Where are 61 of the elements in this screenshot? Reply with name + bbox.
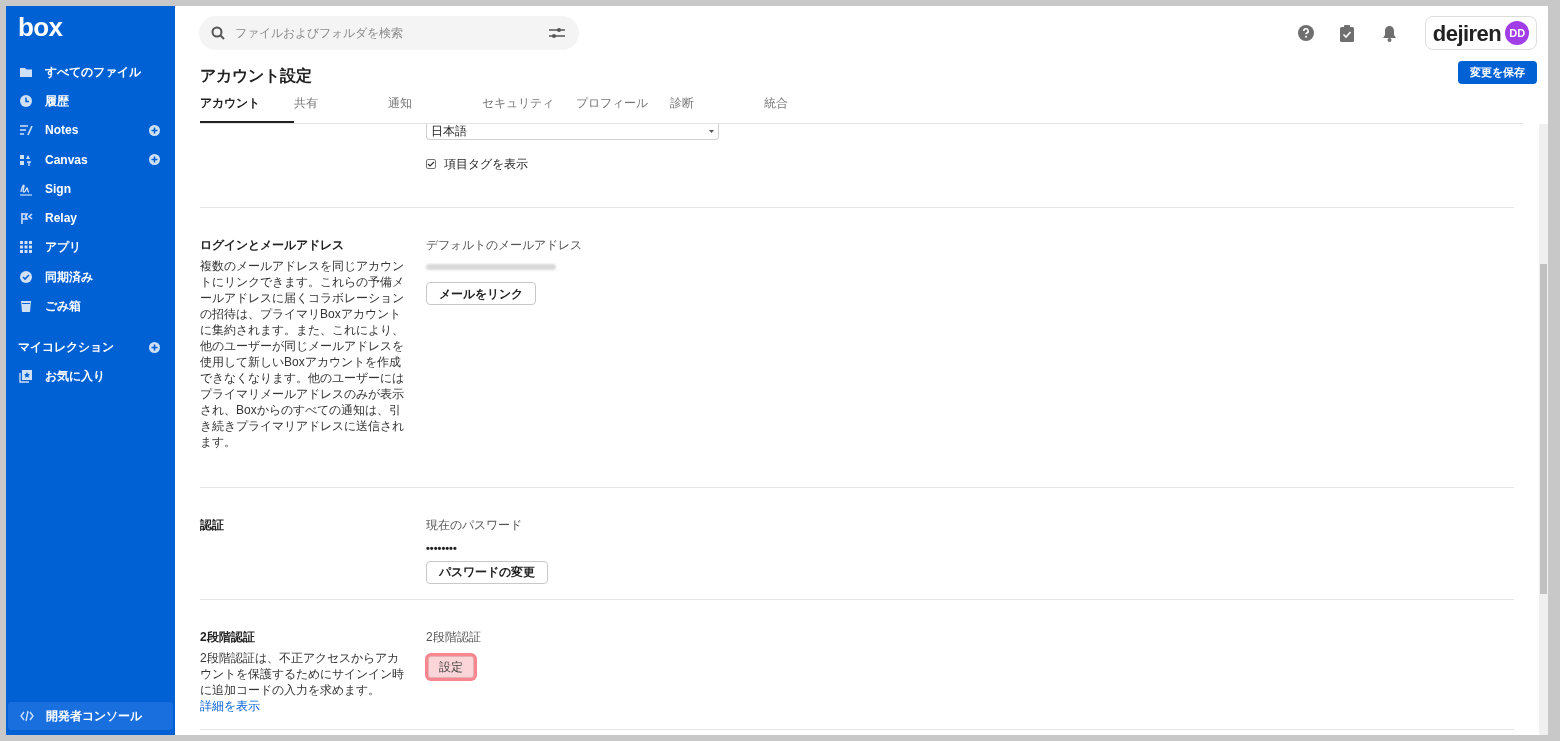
flag-icon <box>19 211 33 226</box>
add-icon[interactable] <box>149 124 160 136</box>
sidebar-item[interactable]: Relay <box>45 209 160 228</box>
section-description: 複数のメールアドレスを同じアカウントにリンクできます。これらの予備メールアドレスに届くコラボレーションの招待は、プライマリBoxアカウントに集約されます。また、これにより、他のユーザーが同じメールアドレスを使用して新しいBoxアカウントを作成できなくなります。他のユーザーにはプライマリメールアドレスのみが表示され、Boxからのすべての通知は、引き続きプライマリアドレスに送信されます。 <box>200 258 405 450</box>
tab[interactable]: アカウント <box>200 90 294 123</box>
action-button[interactable]: パスワードの変更 <box>426 560 548 584</box>
action-button[interactable]: メールをリンク <box>426 282 536 305</box>
grid-icon <box>19 240 33 255</box>
add-icon[interactable] <box>149 154 160 166</box>
tab[interactable]: プロフィール <box>576 90 670 123</box>
bell-icon[interactable] <box>1382 24 1397 42</box>
tab[interactable]: セキュリティ <box>482 90 576 123</box>
tab[interactable]: 共有 <box>294 90 388 123</box>
add-icon[interactable] <box>149 341 160 353</box>
sidebar-item[interactable]: すべてのファイル <box>45 62 160 81</box>
field-label: デフォルトのメールアドレス <box>426 237 582 254</box>
field-label: 2段階認証 <box>426 629 481 646</box>
sidebar-item[interactable]: ごみ箱 <box>45 297 160 315</box>
shapes-icon <box>19 152 33 167</box>
avatar: DD <box>1505 21 1530 45</box>
sidebar-item[interactable]: 同期済み <box>45 267 160 286</box>
tab[interactable]: 通知 <box>388 90 482 123</box>
section-title: 2段階認証 <box>200 629 256 646</box>
section-title: 認証 <box>200 517 225 534</box>
action-button[interactable]: 設定 <box>428 656 474 678</box>
search-field[interactable]: ファイルおよびフォルダを検索 <box>199 16 579 50</box>
sidebar-item[interactable]: 履歴 <box>45 91 160 110</box>
sidebar-item[interactable]: Notes <box>45 121 137 140</box>
tab[interactable]: 統合 <box>764 90 858 123</box>
section-title: ログインとメールアドレス <box>200 237 345 254</box>
password-value: •••••••• <box>426 541 457 556</box>
checkbox[interactable] <box>426 159 436 169</box>
search-icon <box>211 26 225 40</box>
notes-icon <box>19 123 33 138</box>
account-badge[interactable]: dejiren DD <box>1425 16 1537 50</box>
tab[interactable]: 診断 <box>670 90 764 123</box>
scrollbar[interactable] <box>1539 124 1548 735</box>
trash-icon <box>19 299 33 313</box>
code-icon <box>20 709 34 723</box>
save-button[interactable]: 変更を保存 <box>1458 61 1537 84</box>
sidebar-item[interactable]: お気に入り <box>45 367 105 386</box>
details-link[interactable]: 詳細を表示 <box>200 699 260 713</box>
developer-console-link[interactable]: 開発者コンソール <box>8 702 173 730</box>
filter-icon[interactable] <box>549 27 565 39</box>
check-circle-icon <box>19 269 33 284</box>
language-select[interactable]: 日本語 <box>426 124 719 140</box>
brand-logo: dejiren <box>1432 19 1502 48</box>
section-description: 2段階認証は、不正アクセスからアカウントを保護するためにサインイン時に追加コードの入力を求めます。 詳細を表示 <box>200 650 405 714</box>
section-heading: マイコレクション <box>18 339 115 357</box>
checkbox-label: 項目タグを表示 <box>444 156 528 173</box>
sidebar-item[interactable]: Sign <box>45 179 160 198</box>
page-title: アカウント設定 <box>200 66 312 86</box>
caret-icon <box>709 130 714 133</box>
help-icon[interactable] <box>1298 25 1314 41</box>
logo[interactable]: box <box>18 12 63 42</box>
clipboard-check-icon[interactable] <box>1340 24 1354 42</box>
clock-icon <box>19 93 33 108</box>
sidebar-item[interactable]: アプリ <box>45 238 160 257</box>
field-label: 現在のパスワード <box>426 517 522 534</box>
sidebar-item[interactable]: Canvas <box>45 150 137 169</box>
star-icon <box>19 369 33 384</box>
